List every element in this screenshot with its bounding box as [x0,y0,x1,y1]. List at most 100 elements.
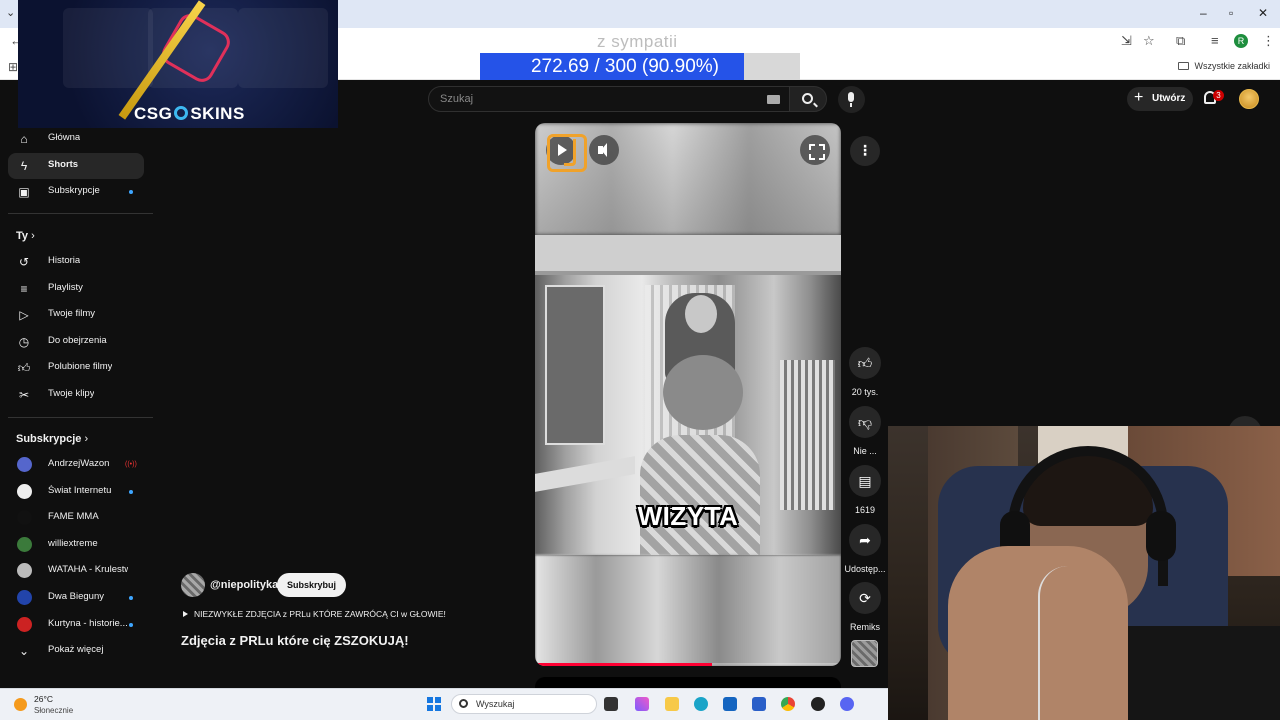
dislike-button[interactable]: 👎︎ Nie ... [847,406,883,456]
bookmark-star-icon[interactable]: ☆ [1143,33,1155,49]
comment-count: 1619 [854,505,876,515]
remix-icon: ⟳ [849,582,881,614]
account-avatar[interactable] [1239,89,1259,109]
like-button[interactable]: 👍︎ 20 tys. [847,347,883,397]
sidebar-item-świat-internetu[interactable]: Świat Internetu [8,479,144,505]
section-title-text: Subskrypcje [16,433,82,445]
sidebar: ⌂ Główna ϟ Shorts ▣ Subskrypcje Ty › ↺ Historia ≡… [0,128,153,688]
chrome-icon[interactable] [781,697,795,711]
sidebar-item-label: Shorts [48,158,79,170]
search-icon [802,93,813,104]
more-options-icon[interactable]: ⋮ [850,136,880,166]
store-icon[interactable] [752,697,766,711]
outlook-icon[interactable] [723,697,737,711]
file-explorer-icon[interactable] [665,697,679,711]
sidebar-item-dwa-bieguny[interactable]: Dwa Bieguny [8,585,144,611]
play-icon[interactable] [546,135,576,165]
short-title: Zdjęcia z PRLu które cię ZSZOKUJĄ! [181,633,409,648]
sidebar-section-subscriptions[interactable]: Subskrypcje › [16,433,88,445]
short-description[interactable]: NIEZWYKŁE ZDJĘCIA z PRLu KTÓRE ZAWRÓCĄ C… [183,609,446,619]
sidebar-item-shorts[interactable]: ϟ Shorts [8,152,144,179]
volume-icon[interactable] [589,135,619,165]
remix-label: Remiks [849,622,880,632]
sidebar-divider [8,417,153,418]
channel-avatar [17,457,32,472]
sidebar-item-główna[interactable]: ⌂ Główna [8,126,144,152]
sound-source-thumbnail[interactable] [851,640,878,667]
sidebar-item-andrzejwazon[interactable]: AndrzejWazon ((•)) [8,452,144,478]
taskbar-search-placeholder: Wyszukaj [476,699,515,709]
task-view-icon[interactable] [604,697,618,711]
home-icon: ⌂ [20,132,28,146]
edge-browser-icon[interactable] [694,697,708,711]
sidebar-item-label: Playlisty [48,281,83,293]
channel-avatar [17,510,32,526]
close-icon[interactable]: ✕ [1258,6,1268,20]
start-tile [435,697,441,703]
channel-avatar [17,536,32,552]
share-button[interactable]: ➦ Udostęp... [838,524,892,574]
sidebar-item-twoje-klipy[interactable]: ✂ Twoje klipy [8,382,144,408]
windows-start-icon[interactable] [427,697,441,711]
start-tile [435,705,441,711]
sidebar-item-twoje-filmy[interactable]: ▷ Twoje filmy [8,302,144,328]
copilot-icon[interactable] [635,697,649,711]
video-blur-top [535,123,841,235]
subscribe-button[interactable]: Subskrybuj [277,573,346,597]
media-control-icon[interactable]: ≡ [1211,33,1219,48]
show-more-label: Pokaż więcej [48,644,104,655]
sidebar-item-do-obejrzenia[interactable]: ◷ Do obejrzenia [8,329,144,355]
voice-search-mic-icon[interactable] [838,86,865,113]
sidebar-item-fame-mma[interactable]: FAME MMA [8,505,144,531]
apps-grid-icon[interactable]: ⊞ [8,60,18,74]
short-video-player[interactable]: WIZYTA [535,123,841,666]
weather-condition[interactable]: Słonecznie [34,706,73,715]
channel-name[interactable]: @niepolityka [210,579,278,591]
thumbs-down-icon: 👎︎ [849,406,881,438]
search-placeholder: Szukaj [440,93,474,105]
thumbs-up-icon: 👍︎ [849,347,881,379]
search-input[interactable]: Szukaj [428,86,790,112]
keyboard-icon[interactable] [767,95,780,104]
minimize-icon[interactable]: – [1200,6,1207,20]
comments-button[interactable]: ▤ 1619 [847,465,883,515]
sidebar-item-subskrypcje[interactable]: ▣ Subskrypcje [8,179,144,205]
extensions-icon[interactable]: ⧉ [1176,33,1185,49]
sidebar-item-polubione-filmy[interactable]: 👍︎ Polubione filmy [8,355,144,381]
profile-avatar[interactable]: R [1234,34,1248,48]
logo-right-text: SKINS [190,104,245,123]
donation-goal-label: z sympatii [597,32,678,51]
history-icon: ↺ [18,255,30,269]
sidebar-item-playlisty[interactable]: ≡ Playlisty [8,276,144,302]
show-more-button[interactable]: ⌄ Pokaż więcej [8,638,144,664]
channel-avatar[interactable] [181,573,205,597]
sidebar-item-label: WATAHA - Krulestwo [48,564,128,576]
donation-goal-bar: 272.69 / 300 (90.90%) [480,53,800,80]
video-progress-bar[interactable] [535,663,841,666]
weather-temperature[interactable]: 26°C [34,694,53,704]
browser-menu-icon[interactable]: ⋮ [1262,33,1275,49]
sun-weather-icon[interactable] [14,698,27,711]
fullscreen-icon[interactable] [800,135,830,165]
sidebar-item-label: Świat Internetu [48,484,112,496]
search-button[interactable] [789,86,827,112]
install-app-icon[interactable]: ⇲ [1121,33,1132,49]
create-button[interactable]: + Utwórz [1127,87,1193,111]
all-bookmarks-button[interactable]: Wszystkie zakładki [1178,61,1270,71]
sidebar-item-kurtyna-historie[interactable]: Kurtyna - historie... [8,612,144,638]
restore-icon[interactable]: ▫ [1229,6,1233,20]
taskbar-search-input[interactable]: Wyszukaj [451,694,597,714]
tab-list-chevron-icon[interactable]: ⌄ [6,6,15,19]
sidebar-divider [8,213,153,214]
sidebar-section-you[interactable]: Ty › [16,230,35,242]
sidebar-item-label: Do obejrzenia [48,334,107,346]
discord-icon[interactable] [840,697,854,711]
sidebar-item-label: Główna [48,132,81,143]
obs-icon[interactable] [811,697,825,711]
sidebar-item-wataha-krulestwo[interactable]: WATAHA - Krulestwo [8,558,144,584]
remix-button[interactable]: ⟳ Remiks [847,582,883,632]
share-label: Udostęp... [844,564,886,574]
subscriptions-icon: ▣ [18,185,30,199]
sidebar-item-historia[interactable]: ↺ Historia [8,249,144,275]
sidebar-item-williextreme[interactable]: williextreme [8,532,144,558]
